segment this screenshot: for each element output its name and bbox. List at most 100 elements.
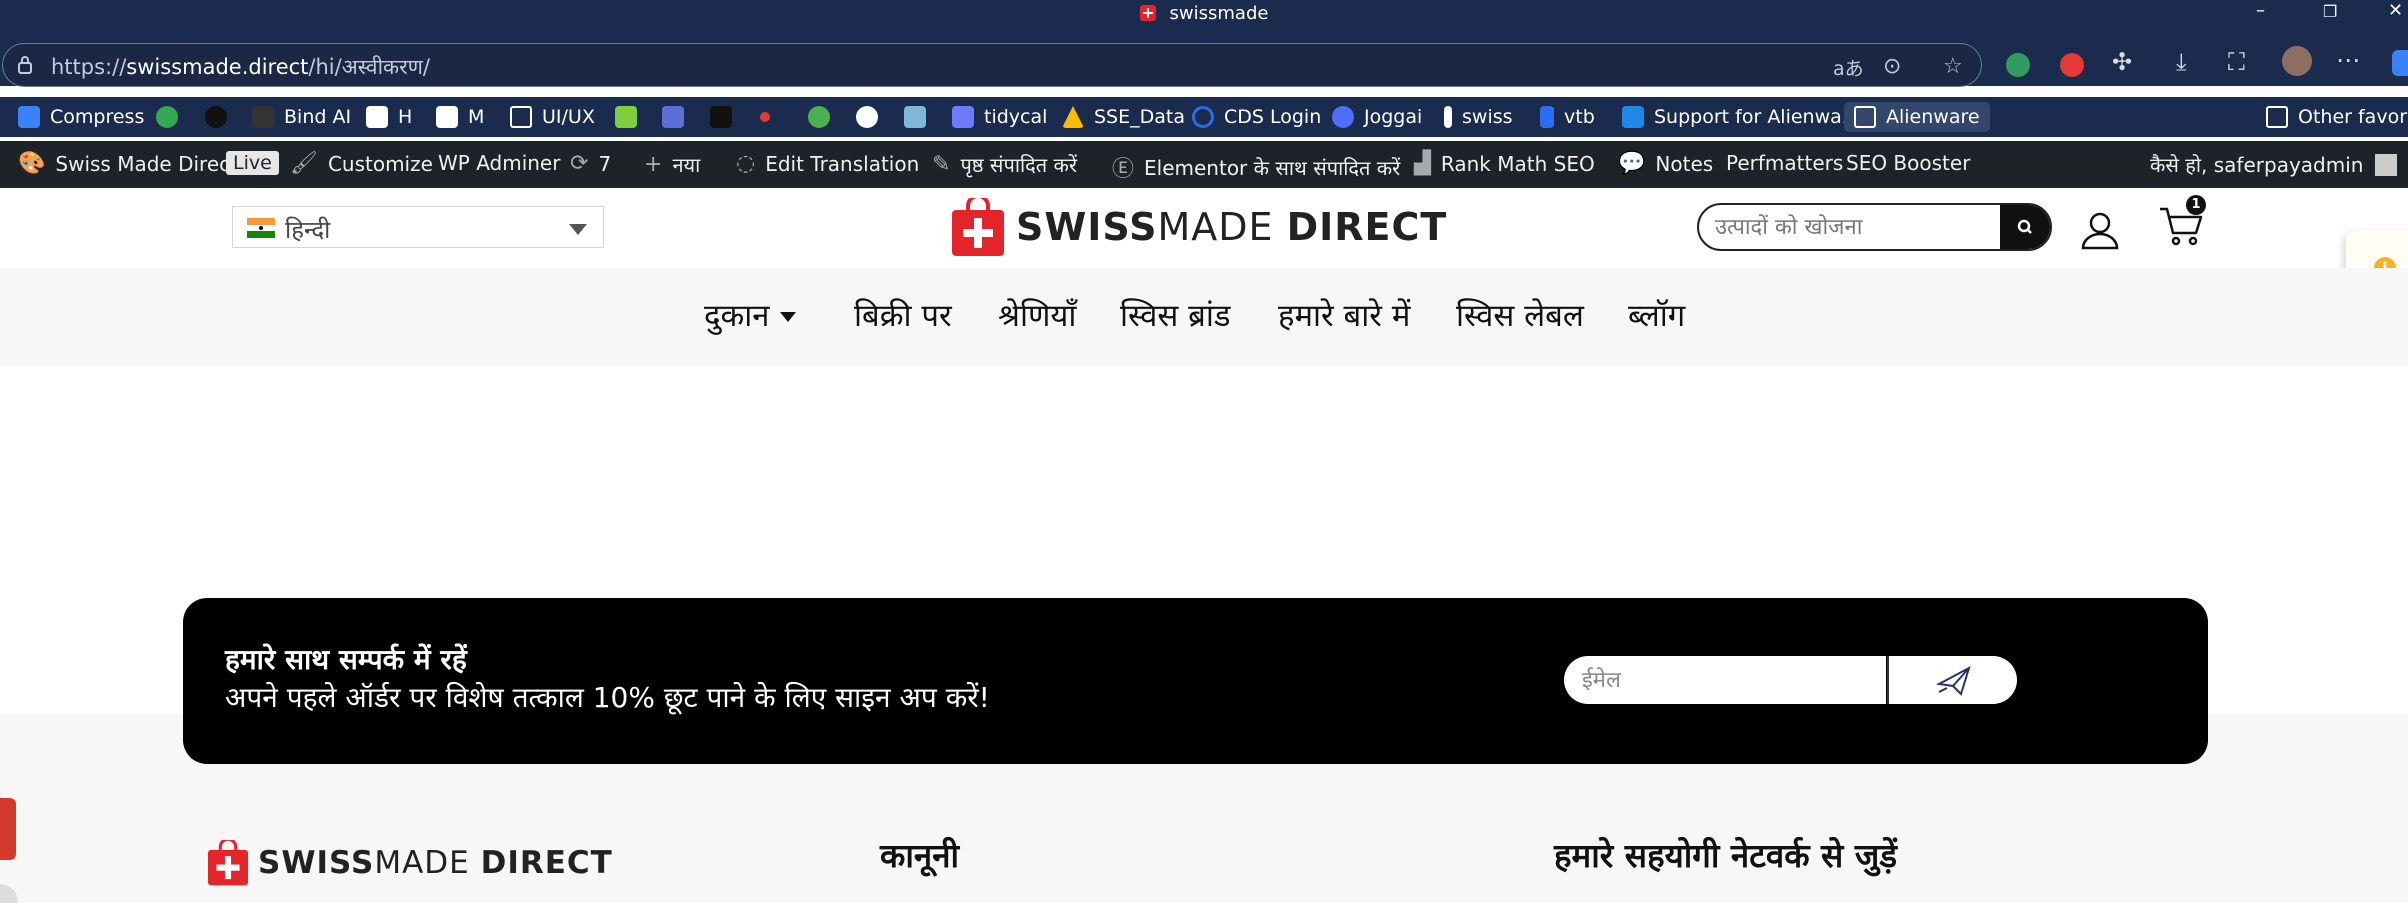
cart-count-badge: 1 [2186,195,2206,215]
side-red-tab[interactable] [0,798,16,860]
bookmark-cds-login[interactable]: CDS Login [1192,102,1321,132]
bookmark-m[interactable]: M [436,102,484,132]
search-button[interactable] [2000,205,2050,249]
wp-account[interactable]: कैसे हो, saferpayadmin [2150,151,2398,178]
wp-new[interactable]: + नया [644,151,700,178]
wp-adminer[interactable]: WP Adminer [438,151,560,175]
folder-icon [2266,106,2288,128]
nav-about-us[interactable]: हमारे बारे में [1278,294,1410,336]
bookmark-label: tidycal [984,106,1048,128]
favorite-star-icon[interactable]: ☆ [1943,54,1963,79]
settings-more-icon[interactable]: ⋯ [2336,46,2360,74]
extensions-puzzle-icon[interactable]: ✣ [2112,48,2132,76]
lock-icon [18,56,32,74]
wp-elementor-edit[interactable]: Ⓔ Elementor के साथ संपादित करें [1112,151,1400,183]
site-name-label: Swiss Made Direct [55,151,238,176]
copilot-icon[interactable] [2392,50,2408,76]
nav-swiss-label[interactable]: स्विस लेबल [1456,294,1584,336]
bookmark-label: CDS Login [1224,106,1322,128]
red-dot-icon [760,112,770,122]
green-app-icon [615,106,637,128]
search-icon [2017,219,2032,234]
bookmark-blue[interactable] [662,102,694,132]
extension-green-icon[interactable] [2006,53,2030,77]
joggai-icon [1332,106,1354,128]
plus-icon: + [644,152,663,177]
newsletter-email-input[interactable] [1564,656,1886,704]
bookmark-kf[interactable] [904,102,936,132]
bookmark-sse-data[interactable]: SSE_Data [1062,102,1185,132]
wp-customize[interactable]: 🖌 Customize [290,151,433,176]
address-bar[interactable]: https://swissmade.direct/hi/अस्वीकरण/ aあ… [2,43,1982,87]
product-search [1697,203,2052,251]
bookmark-bind-ai[interactable]: Bind AI [252,102,351,132]
bookmark-support-alienware[interactable]: Support for Alienwa... [1622,102,1860,132]
minimize-icon[interactable]: – [2256,0,2265,21]
bookmark-label: Compress [50,106,145,128]
bookmark-sy[interactable] [710,102,742,132]
perfmatters-label: Perfmatters [1726,151,1844,175]
seo-booster-label: SEO Booster [1846,151,1971,175]
bookmark-label: Support for Alienwa... [1654,106,1860,128]
wp-seo-booster[interactable]: SEO Booster [1846,151,1970,175]
bookmark-green[interactable] [615,102,647,132]
read-aloud-icon[interactable]: aあ [1833,54,1864,81]
restore-icon[interactable]: ❐ [2323,2,2337,21]
wp-perfmatters[interactable]: Perfmatters [1726,151,1843,175]
bookmark-leaf[interactable] [808,102,840,132]
bookmark-compress[interactable]: Compress [18,102,144,132]
footer-logo[interactable]: SWISSMADE DIRECT [208,840,613,886]
wp-rank-math[interactable]: ▟ Rank Math SEO [1414,151,1595,176]
wp-edit-translation[interactable]: ◌ Edit Translation [736,151,919,176]
bookmark-uiux[interactable]: UI/UX [510,102,595,132]
elementor-label: Elementor के साथ संपादित करें [1144,155,1401,180]
bookmark-label: H [398,106,413,128]
bookmark-label: Other favorites [2298,106,2408,128]
adblock-icon[interactable] [2060,53,2084,77]
upwork-icon [205,106,227,128]
more-options-icon[interactable]: ⊙ [1883,54,1901,79]
url-text[interactable]: https://swissmade.direct/hi/अस्वीकरण/ [51,53,430,81]
wp-edit-page[interactable]: ✎ पृष्ठ संपादित करें [932,151,1077,178]
bookmark-alienware[interactable]: Alienware [1844,102,1990,132]
bookmark-fi[interactable] [156,102,188,132]
wp-updates[interactable]: ⟳ 7 [570,151,611,176]
bookmark-red[interactable] [760,102,780,132]
nav-blog[interactable]: ब्लॉग [1628,294,1685,336]
logo-light: MADE [1157,205,1287,249]
close-window-icon[interactable]: ✕ [2388,0,2403,21]
bookmark-white[interactable] [856,102,888,132]
bookmark-upwork[interactable] [205,102,237,132]
wp-site-name[interactable]: 🎨 Swiss Made Direct [18,151,238,176]
site-logo[interactable]: SWISSMADE DIRECT [952,196,1447,258]
nav-categories[interactable]: श्रेणियाँ [998,294,1076,336]
search-input[interactable] [1699,205,1999,249]
folder-icon [1854,106,1876,128]
nav-on-sale-label: बिक्री पर [854,298,952,334]
vtb-icon [1540,106,1554,128]
bookmark-label: swiss [1462,106,1513,128]
bookmark-tidycal[interactable]: tidycal [952,102,1047,132]
account-icon[interactable] [2080,210,2120,250]
logo-end: DIRECT [1286,205,1448,249]
wp-notes[interactable]: 💬 Notes [1618,151,1713,176]
nav-shop[interactable]: दुकान [704,294,796,336]
swiss-bag-icon [208,840,248,886]
url-path: /hi/अस्वीकरण/ [308,55,431,79]
nav-swiss-brands[interactable]: स्विस ब्रांड [1120,294,1230,336]
screenshot-icon[interactable]: ⛶ [2228,48,2245,76]
downloads-icon[interactable]: ⤓ [2176,48,2187,76]
profile-avatar[interactable] [2282,46,2312,76]
bookmark-swiss[interactable]: swiss [1444,102,1513,132]
bookmark-label: Bind AI [284,106,352,128]
newsletter-submit-button[interactable] [1887,656,2017,704]
nav-on-sale[interactable]: बिक्री पर [854,294,952,336]
bookmark-joggai[interactable]: Joggai [1332,102,1422,132]
language-select[interactable]: हिन्दी [232,206,604,248]
customize-label: Customize [327,151,433,176]
kf-icon [904,106,926,128]
bookmark-h[interactable]: H [366,102,412,132]
newsletter-banner: हमारे साथ सम्पर्क में रहें अपने पहले ऑर्… [183,598,2208,764]
bookmark-vtb[interactable]: vtb [1540,102,1595,132]
bookmark-other-favorites[interactable]: Other favorites [2266,102,2408,132]
